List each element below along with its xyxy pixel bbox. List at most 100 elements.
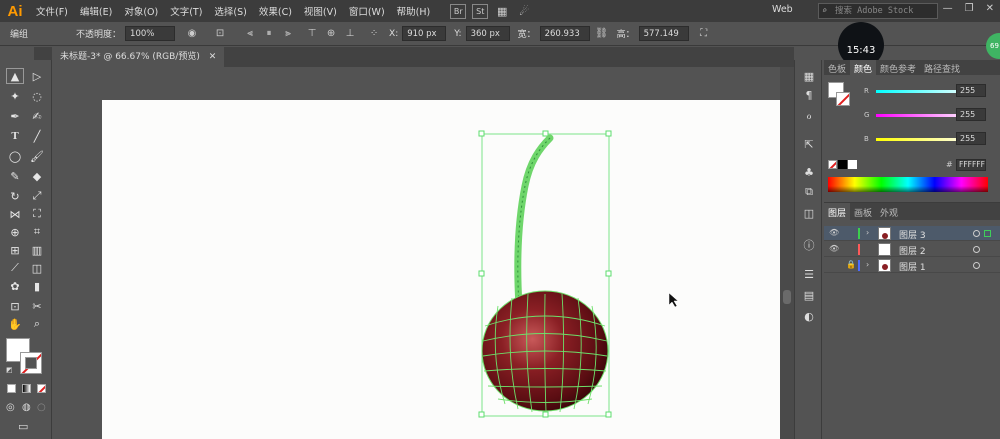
hand-icon[interactable]: ✋ (6, 316, 24, 332)
screen-mode-icon[interactable]: ▭ (18, 420, 28, 433)
perspective-grid-icon[interactable]: ⌗ (28, 224, 46, 240)
document-tab[interactable]: 未标题-3* @ 66.67% (RGB/预览) ✕ (52, 47, 225, 67)
ellipse-icon[interactable]: ◯ (6, 148, 24, 164)
constrain-proportions-icon[interactable]: ⛓ (595, 27, 609, 41)
color-spectrum[interactable] (828, 177, 988, 192)
expand-icon[interactable]: › (866, 260, 869, 269)
arrange-documents-icon[interactable]: ▦ (494, 4, 510, 19)
layer-row[interactable]: 👁 图层 2 (824, 242, 1000, 257)
gradient-panel-icon[interactable]: ▤ (801, 287, 817, 303)
draw-inside-icon[interactable]: ○ (37, 402, 46, 413)
tab-appearance[interactable]: 外观 (876, 203, 902, 220)
x-field[interactable]: 910 px (402, 26, 447, 41)
gpu-performance-icon[interactable]: ☄ (516, 4, 532, 19)
menu-file[interactable]: 文件(F) (30, 4, 74, 18)
zoom-icon[interactable]: ⌕ (28, 316, 46, 332)
selection-tool-icon[interactable]: ▲ (6, 68, 24, 84)
workspace-switcher[interactable]: Web (772, 4, 793, 15)
color-mode-icon[interactable] (7, 384, 16, 393)
direct-selection-icon[interactable]: ▷ (28, 68, 46, 84)
black-swatch[interactable] (838, 160, 847, 169)
opentype-icon[interactable]: ℴ (801, 107, 817, 123)
menu-select[interactable]: 选择(S) (208, 4, 252, 18)
type-icon[interactable]: T (6, 128, 24, 144)
symbol-sprayer-icon[interactable]: ✿ (6, 278, 24, 294)
align-to-icon[interactable]: ⊡ (213, 27, 227, 41)
tab-pathfinder[interactable]: 路径查找 (920, 60, 964, 75)
selection-indicator[interactable] (984, 230, 991, 237)
align-top-icon[interactable]: ⊤ (305, 27, 319, 41)
tab-artboards[interactable]: 画板 (850, 203, 876, 220)
b-field[interactable]: 255 (956, 132, 986, 145)
slice-icon[interactable]: ✂ (28, 298, 46, 314)
tab-layers[interactable]: 图层 (824, 203, 851, 220)
transform-icon[interactable]: ⛶ (697, 27, 711, 41)
menu-type[interactable]: 文字(T) (164, 4, 208, 18)
export-icon[interactable]: ⇱ (801, 136, 817, 152)
shaper-icon[interactable]: ✎ (6, 168, 24, 184)
scale-icon[interactable]: ⤢ (28, 188, 46, 204)
shape-builder-icon[interactable]: ⊕ (6, 224, 24, 240)
layer-row[interactable]: 👁 › 图层 3 (824, 226, 1000, 241)
close-tab-icon[interactable]: ✕ (209, 52, 217, 62)
vertical-scrollbar[interactable] (780, 67, 794, 439)
layer-name[interactable]: 图层 2 (899, 244, 926, 257)
eye-icon[interactable]: 👁 (829, 244, 839, 253)
hex-field[interactable]: FFFFFF (956, 159, 986, 171)
menu-edit[interactable]: 编辑(E) (74, 4, 118, 18)
none-mode-icon[interactable] (37, 384, 46, 393)
cherry-artwork[interactable] (470, 126, 620, 429)
artboard-icon[interactable]: ⊡ (6, 298, 24, 314)
align-bottom-icon[interactable]: ⊥ (343, 27, 357, 41)
align-panel-icon[interactable]: ☰ (801, 266, 817, 282)
blend-icon[interactable]: ◫ (28, 260, 46, 276)
transform-reference-icon[interactable]: ⁘ (367, 27, 381, 41)
g-field[interactable]: 255 (956, 108, 986, 121)
menu-window[interactable]: 窗口(W) (343, 4, 391, 18)
libraries-icon[interactable]: ◫ (801, 205, 817, 221)
bridge-button[interactable]: Br (450, 3, 467, 19)
paintbrush-icon[interactable]: 🖌 (28, 148, 46, 164)
menu-object[interactable]: 对象(O) (118, 4, 164, 18)
layer-row[interactable]: 🔒 › 图层 1 (824, 258, 1000, 273)
lasso-icon[interactable]: ◌ (28, 88, 46, 104)
curvature-icon[interactable]: ✍ (28, 108, 46, 124)
target-icon[interactable] (973, 246, 980, 253)
column-graph-icon[interactable]: ▮ (28, 278, 46, 294)
close-window-button[interactable]: ✕ (986, 3, 994, 14)
align-right-icon[interactable]: ⫸ (281, 27, 295, 41)
transparency-icon[interactable]: ◐ (801, 308, 817, 324)
menu-view[interactable]: 视图(V) (298, 4, 343, 18)
r-field[interactable]: 255 (956, 84, 986, 97)
stock-search-input[interactable]: ⌕ 搜索 Adobe Stock (818, 3, 938, 19)
height-field[interactable]: 577.149 (638, 26, 689, 41)
white-swatch[interactable] (848, 160, 857, 169)
tab-color-guide[interactable]: 颜色参考 (876, 60, 920, 75)
gradient-icon[interactable]: ▥ (28, 242, 46, 258)
default-colors-icon[interactable]: ◩ (6, 366, 13, 374)
free-transform-icon[interactable]: ⛶ (28, 206, 46, 222)
layers-icon[interactable]: ▦ (801, 68, 817, 84)
gradient-mode-icon[interactable] (22, 384, 31, 393)
align-middle-icon[interactable]: ⊕ (324, 27, 338, 41)
pen-icon[interactable]: ✒ (6, 108, 24, 124)
none-swatch[interactable] (828, 160, 837, 169)
scroll-thumb[interactable] (783, 290, 791, 304)
info-icon[interactable]: ⓘ (801, 237, 817, 253)
expand-icon[interactable]: › (866, 228, 869, 237)
eyedropper-icon[interactable]: ⟋ (6, 260, 24, 276)
layer-name[interactable]: 图层 3 (899, 228, 926, 241)
recolor-icon[interactable]: ◉ (185, 27, 199, 41)
y-field[interactable]: 360 px (465, 26, 510, 41)
paragraph-icon[interactable]: ¶ (801, 87, 817, 103)
draw-behind-icon[interactable]: ◍ (22, 402, 31, 413)
mesh-icon[interactable]: ⊞ (6, 242, 24, 258)
stroke-swatch[interactable] (20, 352, 42, 374)
artboard[interactable] (102, 100, 780, 439)
tab-swatches[interactable]: 色板 (824, 60, 850, 75)
width-field[interactable]: 260.933 (539, 26, 590, 41)
stock-button[interactable]: St (472, 3, 489, 19)
align-center-icon[interactable]: ⏸ (262, 27, 276, 41)
opacity-field[interactable]: 100% (125, 26, 176, 41)
minimize-button[interactable]: — (943, 3, 953, 14)
